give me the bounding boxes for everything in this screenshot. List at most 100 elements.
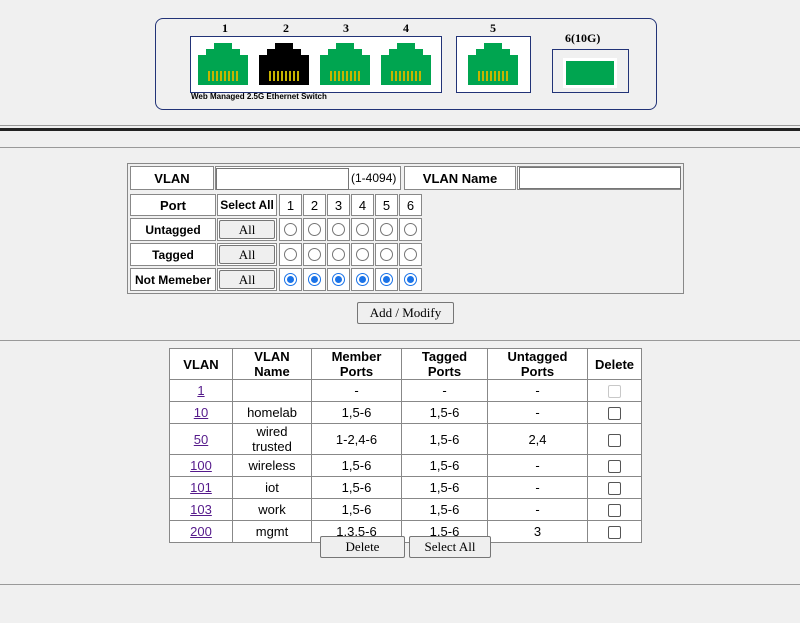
tagged-port-2-cell: [303, 243, 326, 266]
select-all-button[interactable]: Select All: [409, 536, 491, 558]
sfp-port-frame: [552, 49, 629, 93]
port-number-1: 1: [222, 21, 228, 35]
untagged-port-3-radio[interactable]: [332, 223, 345, 236]
port-3[interactable]: [316, 39, 374, 91]
port-header-3: 3: [327, 194, 350, 216]
column-header-member-ports: Member Ports: [311, 348, 402, 380]
divider: [0, 128, 800, 131]
vlan-id-input[interactable]: [216, 168, 349, 190]
column-header-delete: Delete: [587, 348, 642, 380]
vlan-id-link[interactable]: 100: [190, 458, 212, 473]
delete-button[interactable]: Delete: [320, 536, 405, 558]
port-header-2: 2: [303, 194, 326, 216]
delete-cell: [587, 520, 642, 543]
untagged-port-1-cell: [279, 218, 302, 241]
tagged-all-cell: All: [217, 243, 277, 266]
tagged-port-6-radio[interactable]: [404, 248, 417, 261]
tagged-port-4-radio[interactable]: [356, 248, 369, 261]
add-modify-button[interactable]: Add / Modify: [357, 302, 454, 324]
port-5[interactable]: [464, 39, 522, 91]
switch-port-panel: 1 2 3 4 5 Web Managed 2.5G Ethernet Swit…: [155, 18, 657, 110]
untagged-port-6-cell: [399, 218, 422, 241]
delete-checkbox[interactable]: [608, 407, 621, 421]
tagged-row-label: Tagged: [130, 243, 216, 266]
vlan-id-link[interactable]: 200: [190, 524, 212, 539]
not-member-port-4-radio[interactable]: [356, 273, 369, 286]
not-member-port-1-radio[interactable]: [284, 273, 297, 286]
delete-checkbox[interactable]: [608, 526, 621, 540]
untagged-port-6-radio[interactable]: [404, 223, 417, 236]
not-member-all-cell: All: [217, 268, 277, 291]
untagged-port-5-cell: [375, 218, 398, 241]
vlan-name-cell: mgmt: [232, 520, 312, 543]
vlan-id-link[interactable]: 101: [190, 480, 212, 495]
delete-checkbox[interactable]: [608, 482, 621, 496]
vlan-name-cell: iot: [232, 476, 312, 499]
untagged-port-2-radio[interactable]: [308, 223, 321, 236]
tagged-port-1-radio[interactable]: [284, 248, 297, 261]
select-all-header: Select All: [217, 194, 277, 216]
tagged-port-5-radio[interactable]: [380, 248, 393, 261]
vlan-id-link[interactable]: 1: [197, 383, 204, 398]
member-ports-cell: 1-2,4-6: [311, 423, 402, 455]
untagged-port-5-radio[interactable]: [380, 223, 393, 236]
column-header-vlan: VLAN: [169, 348, 233, 380]
tagged-all-button[interactable]: All: [219, 245, 275, 264]
tagged-port-2-radio[interactable]: [308, 248, 321, 261]
not-member-port-1-cell: [279, 268, 302, 291]
not-member-port-6-radio[interactable]: [404, 273, 417, 286]
tagged-port-5-cell: [375, 243, 398, 266]
tagged-port-3-cell: [327, 243, 350, 266]
vlan-table-row: 100 wireless 1,5-6 1,5-6-: [169, 454, 642, 477]
not-member-row-label: Not Memeber: [130, 268, 216, 291]
tagged-port-3-radio[interactable]: [332, 248, 345, 261]
untagged-ports-cell: -: [487, 476, 588, 499]
port-1[interactable]: [194, 39, 252, 91]
rj45-port-icon: [468, 43, 518, 85]
tagged-port-1-cell: [279, 243, 302, 266]
vlan-config-form: VLAN (1-4094) VLAN Name Port Select All …: [127, 163, 684, 294]
not-member-port-2-radio[interactable]: [308, 273, 321, 286]
column-header-untagged-ports: Untagged Ports: [487, 348, 588, 380]
untagged-port-4-cell: [351, 218, 374, 241]
port-number-2: 2: [283, 21, 289, 35]
untagged-all-cell: All: [217, 218, 277, 241]
vlan-id-link[interactable]: 10: [194, 405, 208, 420]
not-member-port-6-cell: [399, 268, 422, 291]
delete-cell: [587, 423, 642, 455]
not-member-all-button[interactable]: All: [219, 270, 275, 289]
untagged-port-1-radio[interactable]: [284, 223, 297, 236]
untagged-all-button[interactable]: All: [219, 220, 275, 239]
vlan-list-table: VLAN VLAN Name Member Ports Tagged Ports…: [169, 348, 642, 543]
vlan-name-cell: [232, 379, 312, 402]
port-4[interactable]: [377, 39, 435, 91]
sfp-port-6[interactable]: [563, 58, 617, 88]
vlan-id-link[interactable]: 103: [190, 502, 212, 517]
vlan-id-cell: (1-4094): [215, 166, 401, 190]
untagged-port-4-radio[interactable]: [356, 223, 369, 236]
not-member-port-5-radio[interactable]: [380, 273, 393, 286]
delete-checkbox[interactable]: [608, 433, 621, 447]
vlan-name-label: VLAN Name: [404, 166, 516, 190]
vlan-id-link[interactable]: 50: [194, 432, 208, 447]
sfp-link-indicator: [566, 61, 614, 85]
delete-checkbox[interactable]: [608, 504, 621, 518]
untagged-port-3-cell: [327, 218, 350, 241]
vlan-name-input[interactable]: [519, 167, 681, 189]
delete-checkbox[interactable]: [608, 460, 621, 474]
not-member-port-5-cell: [375, 268, 398, 291]
vlan-name-cell: [517, 166, 681, 190]
sfp-port-number: 6(10G): [565, 31, 601, 45]
untagged-ports-cell: 3: [487, 520, 588, 543]
port-row-label: Port: [130, 194, 216, 216]
port-2[interactable]: [255, 39, 313, 91]
not-member-port-3-radio[interactable]: [332, 273, 345, 286]
vlan-id-cell: 50: [169, 423, 233, 455]
vlan-name-cell: wireless: [232, 454, 312, 477]
vlan-id-cell: 200: [169, 520, 233, 543]
vlan-name-cell: homelab: [232, 401, 312, 424]
port-number-5: 5: [490, 21, 496, 35]
vlan-table-row: 50 wired trusted 1-2,4-6 1,5-6 2,4: [169, 423, 642, 455]
vlan-table-row: 103 work 1,5-6 1,5-6-: [169, 498, 642, 521]
vlan-table-row: 101 iot 1,5-6 1,5-6-: [169, 476, 642, 499]
